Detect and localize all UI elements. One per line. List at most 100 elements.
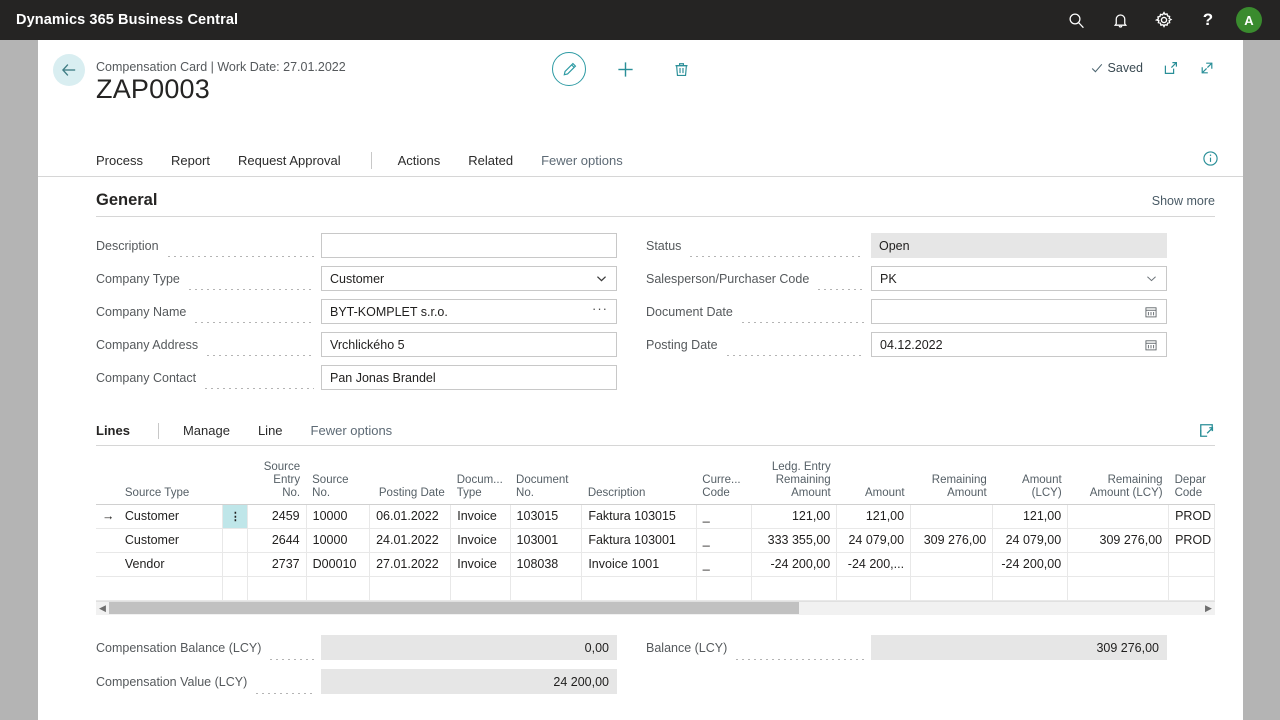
lines-item-line[interactable]: Line: [258, 423, 283, 438]
company-address-input[interactable]: Vrchlického 5: [321, 332, 617, 357]
scrollbar-thumb[interactable]: [109, 602, 799, 614]
table-row[interactable]: → Customer ⋮ 2459 10000 06.01.2022 Invoi…: [96, 504, 1215, 528]
cell-source-type[interactable]: Vendor: [119, 552, 223, 576]
document-date-input[interactable]: [871, 299, 1167, 324]
cell-document-type[interactable]: Invoice: [451, 504, 510, 528]
cell-source-no[interactable]: [306, 576, 369, 600]
open-in-excel-icon[interactable]: [1198, 422, 1215, 439]
col-document-no[interactable]: Document No.: [510, 456, 582, 504]
cell-department-code[interactable]: [1169, 552, 1215, 576]
edit-pencil-icon[interactable]: [552, 52, 586, 86]
cell-currency-code[interactable]: _: [696, 528, 751, 552]
salesperson-code-select[interactable]: PK: [871, 266, 1167, 291]
cell-ledg-entry-remaining-amount[interactable]: [751, 576, 836, 600]
cell-remaining-amount[interactable]: [911, 552, 993, 576]
cell-department-code[interactable]: [1169, 576, 1215, 600]
cell-ledg-entry-remaining-amount[interactable]: 333 355,00: [751, 528, 836, 552]
cell-ledg-entry-remaining-amount[interactable]: 121,00: [751, 504, 836, 528]
collapse-icon[interactable]: [1199, 60, 1215, 76]
bell-icon[interactable]: [1098, 0, 1142, 40]
cell-remaining-amount[interactable]: [911, 576, 993, 600]
calendar-icon[interactable]: [1144, 305, 1158, 319]
cell-remaining-amount[interactable]: 309 276,00: [911, 528, 993, 552]
company-type-select[interactable]: Customer: [321, 266, 617, 291]
breadcrumb[interactable]: Compensation Card | Work Date: 27.01.202…: [96, 60, 346, 74]
col-source-no[interactable]: Source No.: [306, 456, 369, 504]
cell-amount[interactable]: 24 079,00: [837, 528, 911, 552]
cell-currency-code[interactable]: _: [696, 504, 751, 528]
cell-description[interactable]: Faktura 103015: [582, 504, 696, 528]
col-source-entry-no[interactable]: Source Entry No.: [248, 456, 306, 504]
cell-remaining-amount-lcy[interactable]: [1068, 504, 1169, 528]
menu-item-actions[interactable]: Actions: [398, 153, 441, 168]
cell-source-no[interactable]: 10000: [306, 504, 369, 528]
table-row[interactable]: Customer 2644 10000 24.01.2022 Invoice 1…: [96, 528, 1215, 552]
cell-department-code[interactable]: PROD: [1169, 504, 1215, 528]
back-button[interactable]: [53, 54, 85, 86]
menu-item-fewer-options[interactable]: Fewer options: [541, 153, 623, 168]
cell-source-type[interactable]: Customer: [119, 504, 223, 528]
cell-currency-code[interactable]: _: [696, 552, 751, 576]
chevron-down-icon[interactable]: [595, 272, 608, 285]
lookup-ellipsis-icon[interactable]: ···: [592, 301, 608, 322]
scrollbar-track[interactable]: [109, 601, 1202, 615]
description-input[interactable]: [321, 233, 617, 258]
cell-posting-date[interactable]: 24.01.2022: [370, 528, 451, 552]
lines-item-fewer-options[interactable]: Fewer options: [311, 423, 393, 438]
col-posting-date[interactable]: Posting Date: [370, 456, 451, 504]
row-menu-cell[interactable]: [223, 528, 248, 552]
cell-amount-lcy[interactable]: 24 079,00: [993, 528, 1068, 552]
cell-posting-date[interactable]: 06.01.2022: [370, 504, 451, 528]
avatar[interactable]: A: [1236, 7, 1262, 33]
horizontal-scrollbar[interactable]: ◀ ▶: [96, 601, 1215, 615]
search-icon[interactable]: [1054, 0, 1098, 40]
cell-source-no[interactable]: 10000: [306, 528, 369, 552]
col-currency-code[interactable]: Curre... Code: [696, 456, 751, 504]
cell-posting-date[interactable]: 27.01.2022: [370, 552, 451, 576]
cell-source-entry-no[interactable]: [248, 576, 306, 600]
table-row[interactable]: Vendor 2737 D00010 27.01.2022 Invoice 10…: [96, 552, 1215, 576]
help-icon[interactable]: ?: [1186, 0, 1230, 40]
cell-remaining-amount[interactable]: [911, 504, 993, 528]
delete-trash-icon[interactable]: [664, 52, 698, 86]
cell-remaining-amount-lcy[interactable]: [1068, 552, 1169, 576]
cell-department-code[interactable]: PROD: [1169, 528, 1215, 552]
cell-source-type[interactable]: Customer: [119, 528, 223, 552]
col-ledg-entry-remaining-amount[interactable]: Ledg. Entry Remaining Amount: [751, 456, 836, 504]
col-remaining-amount-lcy[interactable]: Remaining Amount (LCY): [1068, 456, 1169, 504]
col-source-type[interactable]: Source Type: [119, 456, 223, 504]
menu-item-report[interactable]: Report: [171, 153, 210, 168]
col-amount[interactable]: Amount: [837, 456, 911, 504]
scroll-right-arrow-icon[interactable]: ▶: [1202, 603, 1215, 614]
scroll-left-arrow-icon[interactable]: ◀: [96, 603, 109, 614]
col-department-code[interactable]: Depar Code: [1169, 456, 1215, 504]
cell-document-no[interactable]: [510, 576, 582, 600]
cell-source-entry-no[interactable]: 2644: [248, 528, 306, 552]
menu-item-request-approval[interactable]: Request Approval: [238, 153, 341, 168]
chevron-down-icon[interactable]: [1145, 272, 1158, 285]
cell-amount-lcy[interactable]: -24 200,00: [993, 552, 1068, 576]
show-more-link[interactable]: Show more: [1152, 194, 1215, 208]
new-record-icon[interactable]: [608, 52, 642, 86]
cell-ledg-entry-remaining-amount[interactable]: -24 200,00: [751, 552, 836, 576]
cell-description[interactable]: Invoice 1001: [582, 552, 696, 576]
cell-document-no[interactable]: 103001: [510, 528, 582, 552]
cell-currency-code[interactable]: [696, 576, 751, 600]
gear-icon[interactable]: [1142, 0, 1186, 40]
cell-amount[interactable]: -24 200,...: [837, 552, 911, 576]
cell-document-type[interactable]: Invoice: [451, 528, 510, 552]
cell-amount[interactable]: 121,00: [837, 504, 911, 528]
cell-description[interactable]: [582, 576, 696, 600]
lines-item-manage[interactable]: Manage: [183, 423, 230, 438]
cell-document-type[interactable]: Invoice: [451, 552, 510, 576]
cell-document-type[interactable]: [451, 576, 510, 600]
table-row[interactable]: [96, 576, 1215, 600]
cell-source-type[interactable]: [119, 576, 223, 600]
cell-source-entry-no[interactable]: 2459: [248, 504, 306, 528]
company-name-input[interactable]: BYT-KOMPLET s.r.o. ···: [321, 299, 617, 324]
cell-amount[interactable]: [837, 576, 911, 600]
open-in-new-window-icon[interactable]: [1163, 60, 1179, 76]
cell-source-entry-no[interactable]: 2737: [248, 552, 306, 576]
col-remaining-amount[interactable]: Remaining Amount: [911, 456, 993, 504]
company-contact-input[interactable]: Pan Jonas Brandel: [321, 365, 617, 390]
